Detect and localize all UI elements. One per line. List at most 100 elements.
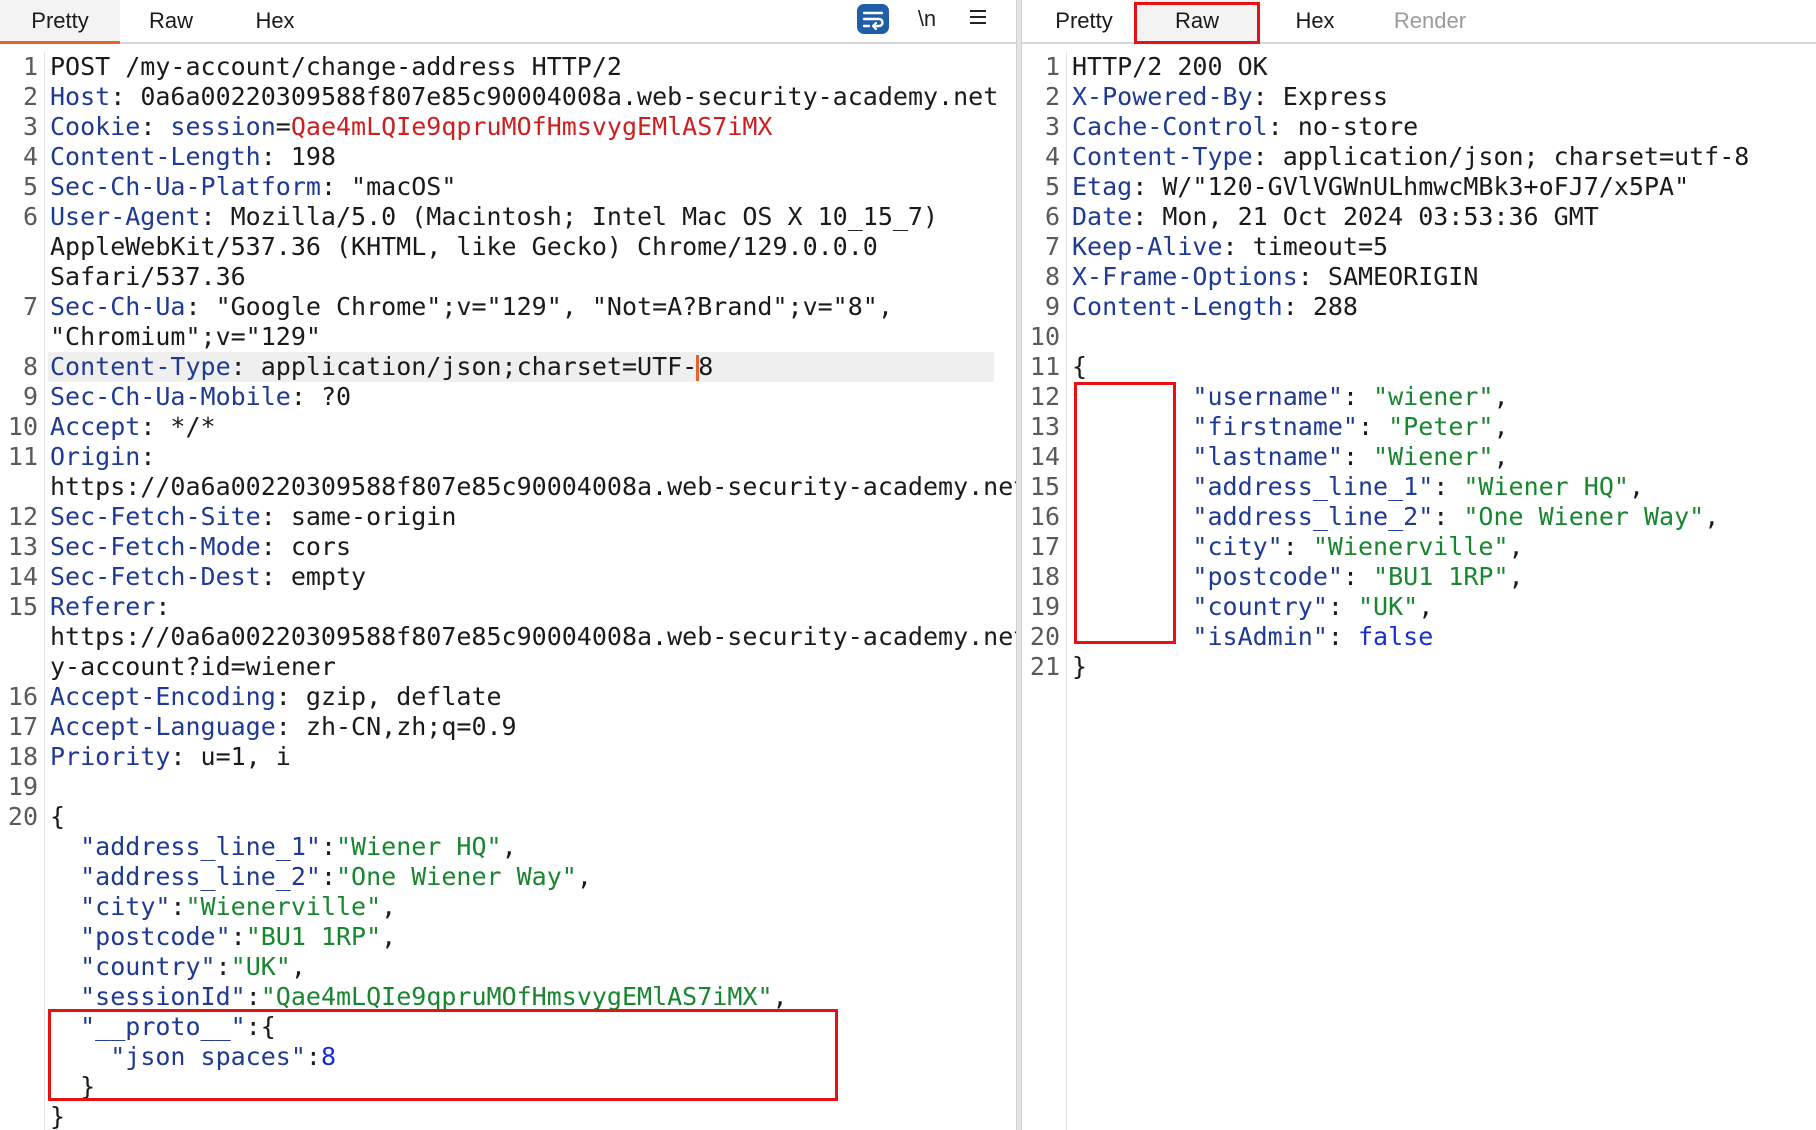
header-name: User-Agent bbox=[50, 202, 201, 231]
line-number: 7 bbox=[1044, 232, 1060, 261]
line-number: 8 bbox=[22, 352, 38, 381]
json-comma: , bbox=[1508, 562, 1524, 591]
json-key: "sessionId" bbox=[80, 982, 246, 1011]
header-value: no-store bbox=[1297, 112, 1419, 141]
json-string-value: "Wiener HQ" bbox=[1463, 472, 1629, 501]
json-comma: , bbox=[381, 892, 397, 921]
json-colon: : bbox=[170, 892, 186, 921]
json-colon: : bbox=[1358, 412, 1389, 441]
header-name: Referer bbox=[50, 592, 156, 621]
code-line-empty: 19 bbox=[0, 772, 1016, 802]
code-line: 5 Etag: W/"120-GVlVGWnULhmwcMBk3+oFJ7/x5P… bbox=[1022, 172, 1816, 202]
line-number: 10 bbox=[1029, 322, 1060, 351]
code-line: 4 Content-Length: 198 bbox=[0, 142, 1016, 172]
json-comma: , bbox=[1508, 532, 1524, 561]
panel-menu-button[interactable] bbox=[962, 2, 994, 36]
tab-hex[interactable]: Hex bbox=[1270, 0, 1360, 42]
json-colon: : bbox=[1342, 562, 1374, 591]
json-comma: , bbox=[1628, 472, 1644, 501]
line-number: 3 bbox=[22, 112, 38, 141]
json-string-value: "Qae4mLQIe9qpruMOfHmsvygEMlAS7iMX" bbox=[260, 982, 773, 1011]
raw-tab-highlight-box bbox=[1134, 2, 1260, 44]
code-line-wrapped: https://0a6a00220309588f807e85c90004008a… bbox=[0, 472, 1016, 502]
json-line: "address_line_1":"Wiener HQ", bbox=[0, 832, 1016, 862]
json-colon: : bbox=[1342, 382, 1374, 411]
header-name: Sec-Fetch-Dest bbox=[50, 562, 261, 591]
code-line: 2 Host: 0a6a00220309588f807e85c90004008a.… bbox=[0, 82, 1016, 112]
json-key: "city" bbox=[80, 892, 171, 921]
json-comma: , bbox=[1493, 412, 1509, 441]
json-comma: , bbox=[1493, 442, 1509, 471]
header-value: application/json; charset=utf-8 bbox=[1282, 142, 1750, 171]
header-value: SAMEORIGIN bbox=[1327, 262, 1479, 291]
json-colon: : bbox=[1433, 472, 1464, 501]
json-comma: , bbox=[501, 832, 517, 861]
json-colon: : bbox=[320, 832, 336, 861]
line-number: 14 bbox=[7, 562, 38, 591]
show-newlines-button[interactable]: \n bbox=[910, 2, 944, 36]
json-line: "postcode":"BU1 1RP", bbox=[0, 922, 1016, 952]
header-value: Express bbox=[1282, 82, 1389, 111]
json-colon: : bbox=[1342, 442, 1374, 471]
header-name: Content-Length bbox=[50, 142, 261, 171]
tab-hex[interactable]: Hex bbox=[232, 0, 318, 42]
json-line: "address_line_2":"One Wiener Way", bbox=[0, 862, 1016, 892]
header-name: Host bbox=[50, 82, 111, 111]
line-number: 8 bbox=[1044, 262, 1060, 291]
code-line: 16 Accept-Encoding: gzip, deflate bbox=[0, 682, 1016, 712]
header-name: Content-Length bbox=[1072, 292, 1283, 321]
json-colon: : bbox=[1282, 532, 1313, 561]
json-brace-open: { bbox=[1072, 352, 1088, 381]
wrap-lines-button[interactable] bbox=[856, 2, 890, 36]
json-string-value: "Wiener HQ" bbox=[336, 832, 502, 861]
line-number: 6 bbox=[1044, 202, 1060, 231]
header-value: gzip, deflate bbox=[305, 682, 502, 711]
json-brace-open: { bbox=[50, 802, 66, 831]
header-value-continued: https://0a6a00220309588f807e85c90004008a… bbox=[50, 472, 1016, 501]
json-string-value: "Wienerville" bbox=[185, 892, 382, 921]
json-string-value: "BU1 1RP" bbox=[1373, 562, 1509, 591]
line-number: 12 bbox=[7, 502, 38, 531]
header-value: application/json;charset=UTF- bbox=[260, 352, 698, 381]
tab-pretty[interactable]: Pretty bbox=[0, 0, 120, 44]
line-number: 19 bbox=[7, 772, 38, 801]
json-string-value: "UK" bbox=[1358, 592, 1419, 621]
json-comma: , bbox=[576, 862, 592, 891]
header-name: Sec-Fetch-Site bbox=[50, 502, 261, 531]
header-name: Sec-Ch-Ua-Mobile bbox=[50, 382, 291, 411]
line-number: 4 bbox=[22, 142, 38, 171]
json-colon: : bbox=[320, 862, 336, 891]
line-number: 7 bbox=[22, 292, 38, 321]
header-name: Cache-Control bbox=[1072, 112, 1268, 141]
code-line: 14 Sec-Fetch-Dest: empty bbox=[0, 562, 1016, 592]
tab-render[interactable]: Render bbox=[1370, 0, 1490, 42]
json-boolean-value: false bbox=[1358, 622, 1434, 651]
line-number: 1 bbox=[22, 52, 38, 81]
json-colon: : bbox=[230, 922, 246, 951]
json-string-value: "One Wiener Way" bbox=[336, 862, 577, 891]
json-key: "username" bbox=[1192, 382, 1343, 411]
line-number: 11 bbox=[1029, 352, 1060, 381]
tab-pretty-label: Pretty bbox=[31, 8, 89, 33]
code-line: 3 Cookie: session=Qae4mLQIe9qpruMOfHmsvyg… bbox=[0, 112, 1016, 142]
header-name: Sec-Ch-Ua-Platform bbox=[50, 172, 321, 201]
json-string-value: "Wiener" bbox=[1373, 442, 1494, 471]
code-line: 8 X-Frame-Options: SAMEORIGIN bbox=[1022, 262, 1816, 292]
json-string-value: "UK" bbox=[230, 952, 291, 981]
json-comma: , bbox=[1418, 592, 1434, 621]
code-line-wrapped: "Chromium";v="129" bbox=[0, 322, 1016, 352]
tab-raw[interactable]: Raw bbox=[128, 0, 214, 42]
json-comma: , bbox=[772, 982, 788, 1011]
header-name: Priority bbox=[50, 742, 171, 771]
line-number: 1 bbox=[1044, 52, 1060, 81]
header-name: Accept-Language bbox=[50, 712, 276, 741]
code-line: 18 Priority: u=1, i bbox=[0, 742, 1016, 772]
header-name: Cookie bbox=[50, 112, 141, 141]
json-key: "postcode" bbox=[1192, 562, 1343, 591]
line-number: 2 bbox=[22, 82, 38, 111]
line-number: 9 bbox=[22, 382, 38, 411]
tab-pretty[interactable]: Pretty bbox=[1036, 0, 1132, 42]
line-number: 18 bbox=[1029, 562, 1060, 591]
request-editor[interactable]: 1 POST /my-account/change-address HTTP/2 … bbox=[0, 52, 1016, 1130]
